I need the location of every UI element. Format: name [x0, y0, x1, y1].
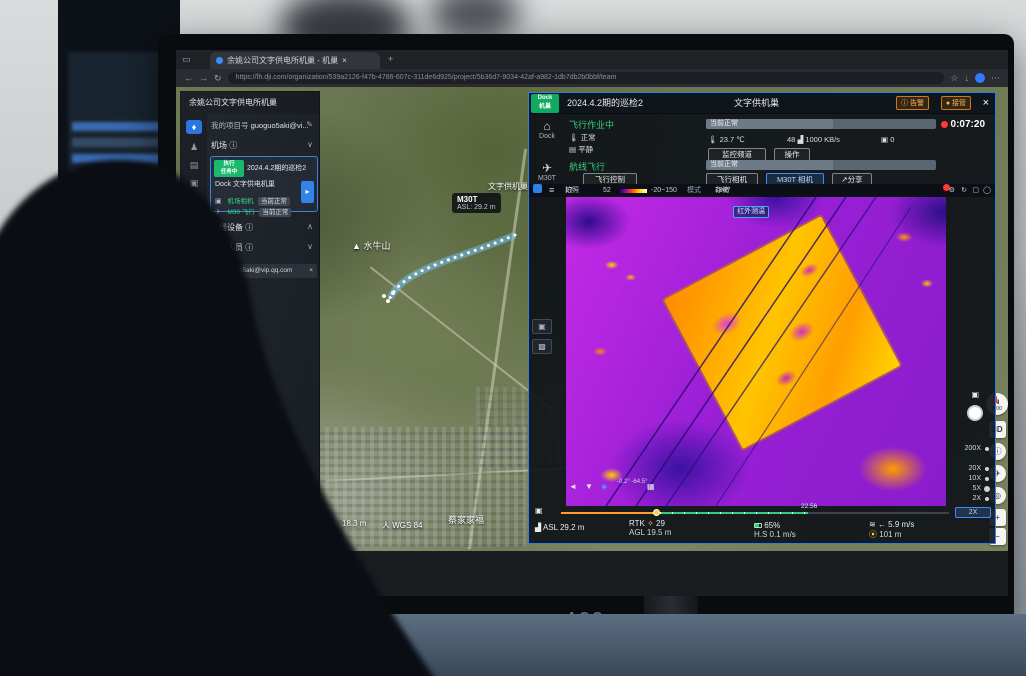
grid-icon[interactable]: ▦: [647, 483, 655, 491]
home-distance-icon: ⦿: [869, 530, 877, 539]
dock-temperature: 🌡 23.7 ℃: [708, 135, 745, 144]
tab-close-icon[interactable]: ×: [342, 56, 347, 65]
aircraft-icon: ✈: [529, 161, 565, 175]
panel-device-title: 文字供机巢: [734, 93, 779, 114]
star-icon[interactable]: ☆: [950, 74, 958, 83]
browser-profile-avatar[interactable]: [975, 73, 985, 83]
timeline-marker-label: 22.56: [801, 503, 817, 510]
signal-icon: ▟: [797, 135, 803, 144]
wind-icon: ≋: [869, 520, 876, 529]
person-icon: ●: [946, 100, 950, 107]
power-icon[interactable]: ◯: [983, 184, 991, 197]
url-input[interactable]: https://fh.dji.com/organization/539a2126…: [228, 72, 945, 84]
thermal-video-feed[interactable]: 红外测温: [566, 197, 946, 506]
aircraft-rail: ✈ M30T: [529, 161, 565, 182]
wind-icon: ▤: [569, 145, 576, 154]
temp-range: -20~150: [651, 184, 677, 197]
telemetry-rtk: RTK ✧ 29 AGL 19.5 m: [629, 519, 671, 537]
tab-title: 余姚公司文字供电所机巢 - 机巢: [227, 55, 338, 66]
alert-badge[interactable]: ⓘ 告警: [896, 96, 929, 110]
dock-health-bar: 当前正常: [706, 119, 936, 129]
shutter-button[interactable]: [967, 405, 983, 421]
active-zoom-chip[interactable]: 2X: [955, 507, 991, 518]
timeline-done-segment: [561, 512, 656, 514]
download-icon[interactable]: ↓: [965, 74, 970, 83]
battery-icon: [754, 523, 762, 528]
signal-icon: ▟: [535, 523, 541, 532]
project-account-row[interactable]: 我的项目号 guoguo5aki@vi... ✎: [211, 120, 317, 131]
zoom-level-label[interactable]: 2X: [972, 495, 981, 502]
temp-icon: 🌡: [569, 133, 579, 142]
timeline-position-dot[interactable]: [653, 509, 660, 516]
favicon: [216, 57, 223, 64]
tab-list-icon[interactable]: ▭: [182, 55, 191, 64]
browser-tab[interactable]: 余姚公司文字供电所机巢 - 机巢 ×: [210, 52, 380, 69]
takeover-badge[interactable]: ● 接管: [941, 96, 971, 110]
mode-label: 模式: [687, 184, 701, 197]
dock-icon: ⌂: [529, 119, 565, 133]
ir-measure-chip[interactable]: 红外测温: [733, 206, 769, 218]
reload-icon[interactable]: ↻: [214, 74, 222, 83]
photo-mode-icon[interactable]: ▣: [971, 391, 979, 399]
org-home-icon[interactable]: ♦: [186, 120, 202, 134]
zoom-camera-toggle[interactable]: ▩: [532, 339, 552, 354]
browser-url-bar: ← → ↻ https://fh.dji.com/organization/53…: [176, 69, 1008, 87]
device-control-panel: Dock机巢 2024.4.2期的巡检2 文字供机巢 ⓘ 告警 ● 接管 ×: [528, 92, 996, 544]
zoom-level-label[interactable]: 10X: [969, 475, 981, 482]
dock-map-label: 文字供机巢: [488, 181, 528, 192]
dock-status-text: 飞行作业中: [569, 118, 614, 131]
foreground-person-silhouette: [0, 140, 470, 676]
info-icon: ⓘ: [901, 100, 908, 107]
new-tab-button[interactable]: +: [388, 55, 393, 64]
dock-rail: ⌂ Dock: [529, 119, 565, 140]
dock-queue: ▣ 0: [881, 135, 894, 144]
dock-env-row: 🌡 正常: [569, 132, 596, 143]
gear-icon[interactable]: ⚙: [949, 184, 955, 197]
record-timer: 0:07:20: [941, 119, 985, 130]
zoom-level-label[interactable]: 200X: [965, 445, 981, 452]
timeline-icon: ▣: [535, 507, 543, 515]
camera-mode-icon[interactable]: [533, 184, 542, 193]
aircraft-status-text: 航线飞行: [569, 160, 605, 173]
gimbal-down-icon[interactable]: ▼: [585, 483, 593, 491]
photo-scene: ▭ 余姚公司文字供电所机巢 - 机巢 × + ← → ↻ https://fh.…: [0, 0, 1026, 676]
more-icon[interactable]: ⋯: [991, 74, 1000, 83]
pencil-icon[interactable]: ✎: [306, 120, 313, 129]
gimbal-angles: -0.2° -64.5°: [617, 479, 648, 485]
queue-icon: ▣: [881, 135, 888, 144]
aircraft-health-bar: 当前正常: [706, 160, 936, 170]
wide-camera-toggle[interactable]: ▣: [532, 319, 552, 334]
power-lines: [566, 197, 946, 506]
record-dot-icon: [941, 121, 948, 128]
forward-icon[interactable]: →: [199, 74, 208, 83]
zoom-level-label[interactable]: 5X: [972, 485, 981, 492]
dock-wind-row: ▤ 平静: [569, 144, 593, 155]
dock-status-tab: Dock机巢: [531, 94, 559, 113]
timeline-remaining-segment: [808, 512, 949, 514]
focus-icon[interactable]: ◈: [601, 483, 607, 491]
telemetry-asl: ▟ ASL 29.2 m: [535, 523, 584, 532]
telemetry-wind: ≋ ← 5.9 m/s ⦿ 101 m: [869, 520, 914, 540]
temp-icon: 🌡: [708, 135, 718, 144]
panel-header: Dock机巢 2024.4.2期的巡检2 文字供机巢 ⓘ 告警 ● 接管 ×: [529, 93, 995, 114]
telemetry-battery: 65% H.S 0.1 m/s: [754, 521, 796, 539]
org-title: 余姚公司文字供电所机巢: [181, 92, 319, 114]
satellite-icon: ✧: [647, 519, 654, 528]
browser-tab-bar: ▭ 余姚公司文字供电所机巢 - 机巢 × +: [176, 50, 1008, 69]
panel-task-title: 2024.4.2期的巡检2: [567, 93, 643, 114]
thermal-palette-bar: [617, 189, 647, 193]
menu-icon[interactable]: ≡: [549, 184, 554, 197]
refresh-icon[interactable]: ↻: [961, 184, 967, 197]
timeline-active-segment: [660, 512, 808, 514]
back-icon[interactable]: ←: [184, 74, 193, 83]
pan-left-icon[interactable]: ◄: [569, 483, 577, 491]
camera-toolbar: ≡ 拍照 17 52 -20~150 模式 存储 1947 ⚙ ↻ ▢ ◯: [529, 184, 995, 197]
fullscreen-icon[interactable]: ▢: [972, 184, 979, 197]
zoom-level-label[interactable]: 20X: [969, 465, 981, 472]
dock-network: 48 ▟ 1000 KB/s: [787, 135, 840, 144]
palette-value: 52: [603, 184, 611, 197]
close-panel-icon[interactable]: ×: [983, 96, 989, 110]
